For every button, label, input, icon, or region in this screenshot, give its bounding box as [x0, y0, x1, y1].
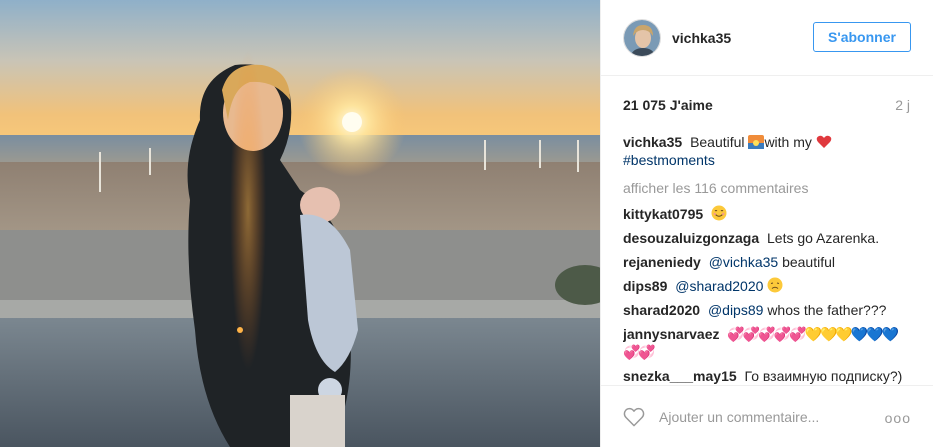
- comment-item: snezka___may15 Го взаимную подписку?): [623, 367, 913, 385]
- comment-username[interactable]: desouzaluizgonzaga: [623, 230, 759, 246]
- heart-outline-icon[interactable]: [623, 407, 645, 427]
- comment-item: jannysnarvaez 💞💞💞💞💞💛💛💛💙💙💙 💞💞: [623, 325, 913, 361]
- comment-username[interactable]: snezka___may15: [623, 368, 737, 384]
- red-heart-emoji-icon: [816, 135, 832, 148]
- author-username[interactable]: vichka35: [672, 30, 731, 46]
- comment-text: beautiful: [782, 254, 836, 270]
- comment-username[interactable]: dips89: [623, 278, 667, 294]
- comment-item: kittykat0795: [623, 205, 913, 223]
- comment-item: desouzaluizgonzaga Lets go Azarenka.: [623, 229, 913, 247]
- ellipsis-icon[interactable]: ooo: [885, 410, 911, 426]
- post-side-panel: vichka35 S'abonner 21 075 J'aime 2 j vic…: [600, 0, 933, 447]
- comment-username[interactable]: rejaneniedy: [623, 254, 701, 270]
- blue-hearts-icon: 💙💙💙: [850, 326, 899, 342]
- comment-item: sharad2020 @dips89 whos the father???: [623, 301, 913, 319]
- pink-hearts-icon: 💞💞💞💞💞: [727, 326, 806, 342]
- comments-list: vichka35 Beautiful with my #bestmoments …: [623, 133, 913, 385]
- comment-mention[interactable]: @dips89: [708, 302, 763, 318]
- sunrise-emoji-icon: [748, 135, 765, 149]
- add-comment-input[interactable]: [659, 408, 879, 425]
- comment-text: Го взаимную подписку?): [744, 368, 903, 384]
- comment-item: dips89 @sharad2020: [623, 277, 913, 295]
- view-all-comments-link[interactable]: afficher les 116 commentaires: [623, 179, 913, 197]
- comment-text: whos the father???: [767, 302, 887, 318]
- comment-username[interactable]: sharad2020: [623, 302, 700, 318]
- comment-mention[interactable]: @sharad2020: [675, 278, 763, 294]
- disappointed-emoji-icon: [767, 277, 783, 293]
- yellow-hearts-icon: 💛💛💛: [804, 326, 853, 342]
- post-header: vichka35 S'abonner: [601, 0, 933, 76]
- comment-username[interactable]: jannysnarvaez: [623, 326, 720, 342]
- caption-username[interactable]: vichka35: [623, 134, 682, 150]
- sunset-beach-photo: [0, 0, 600, 447]
- pink-hearts-icon: 💞💞: [623, 344, 656, 360]
- like-count[interactable]: 21 075 J'aime: [623, 97, 713, 113]
- comment-bar: ooo: [601, 385, 933, 447]
- comment-mention[interactable]: @vichka35: [709, 254, 778, 270]
- post-age[interactable]: 2 j: [895, 97, 910, 113]
- comment-text: Lets go Azarenka.: [767, 230, 880, 246]
- avatar-image: [624, 19, 660, 56]
- instagram-post: vichka35 S'abonner 21 075 J'aime 2 j vic…: [0, 0, 933, 447]
- post-photo[interactable]: [0, 0, 600, 447]
- avatar[interactable]: [623, 18, 661, 57]
- caption-text-after: with my: [764, 134, 812, 150]
- comment-username[interactable]: kittykat0795: [623, 206, 703, 222]
- comment-item: rejaneniedy @vichka35 beautiful: [623, 253, 913, 271]
- caption: vichka35 Beautiful with my #bestmoments: [623, 133, 913, 169]
- likes-row: 21 075 J'aime 2 j: [623, 97, 910, 113]
- caption-text-before: Beautiful: [690, 134, 745, 150]
- follow-button[interactable]: S'abonner: [813, 22, 911, 52]
- blush-emoji-icon: [711, 205, 727, 221]
- caption-hashtag[interactable]: #bestmoments: [623, 152, 715, 168]
